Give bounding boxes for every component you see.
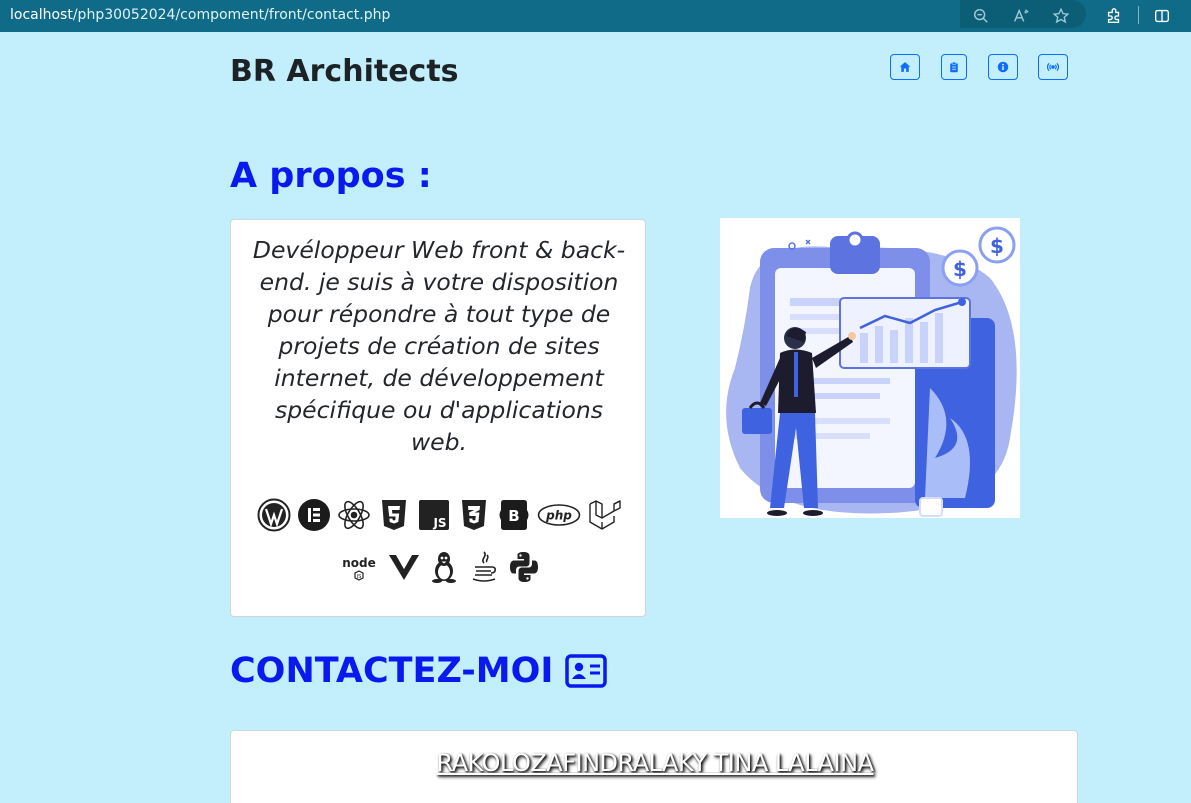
split-screen-icon[interactable] — [1152, 6, 1172, 26]
wordpress-icon — [257, 498, 291, 532]
javascript-icon: JS — [417, 498, 451, 532]
svg-text:JS: JS — [432, 516, 446, 530]
tech-stack-row-2: node JS — [231, 550, 647, 584]
id-card-icon — [565, 654, 608, 688]
linux-icon — [427, 550, 461, 584]
contact-heading-text: CONTACTEZ-MOI — [230, 651, 554, 691]
contact-heading: CONTACTEZ-MOI — [230, 651, 608, 691]
read-aloud-icon[interactable] — [1011, 6, 1031, 26]
svg-text:JS: JS — [356, 574, 362, 580]
python-icon — [507, 550, 541, 584]
nav-contact-button[interactable] — [1038, 54, 1068, 80]
url-field[interactable]: localhost/php30052024/compoment/front/co… — [10, 7, 390, 23]
home-icon — [899, 61, 911, 73]
nodejs-icon: node JS — [337, 550, 381, 584]
business-analytics-illustration: $ $ — [720, 218, 1020, 518]
svg-text:node: node — [342, 556, 376, 570]
contact-full-name: RAKOLOZAFINDRALAKY TINA LALAINA — [436, 749, 874, 777]
svg-text:$: $ — [953, 257, 967, 281]
url-host: localhost — [10, 7, 73, 23]
nav-about-button[interactable] — [988, 54, 1018, 80]
brand-title[interactable]: BR Architects — [230, 54, 459, 89]
zoom-out-icon[interactable] — [971, 6, 991, 26]
toolbar-divider — [1138, 6, 1139, 24]
php-icon: php — [537, 498, 581, 532]
about-card: Devéloppeur Web front & back-end. je sui… — [230, 219, 646, 617]
html5-icon — [377, 498, 411, 532]
extensions-icon[interactable] — [1104, 6, 1124, 26]
broadcast-icon — [1047, 61, 1059, 73]
bootstrap-icon: B — [497, 498, 531, 532]
svg-text:$: $ — [990, 234, 1004, 258]
java-icon — [467, 550, 501, 584]
browser-address-bar: localhost/php30052024/compoment/front/co… — [0, 0, 1191, 32]
tech-stack-row-1: JS B php — [231, 498, 647, 532]
contact-card: RAKOLOZAFINDRALAKY TINA LALAINA — [230, 730, 1078, 803]
laravel-icon — [587, 498, 621, 532]
react-icon — [337, 498, 371, 532]
css3-icon — [457, 498, 491, 532]
nav-projects-button[interactable] — [941, 54, 967, 80]
favorite-star-icon[interactable] — [1051, 6, 1071, 26]
svg-text:B: B — [508, 507, 519, 525]
elementor-icon — [297, 498, 331, 532]
url-path: /php30052024/compoment/front/contact.php — [72, 7, 391, 23]
about-heading: A propos : — [230, 156, 432, 196]
about-description: Devéloppeur Web front & back-end. je sui… — [252, 236, 626, 456]
svg-text:php: php — [545, 509, 572, 523]
vue-icon — [387, 550, 421, 584]
nav-home-button[interactable] — [890, 54, 920, 80]
clipboard-icon — [948, 61, 960, 73]
info-icon — [997, 61, 1009, 73]
